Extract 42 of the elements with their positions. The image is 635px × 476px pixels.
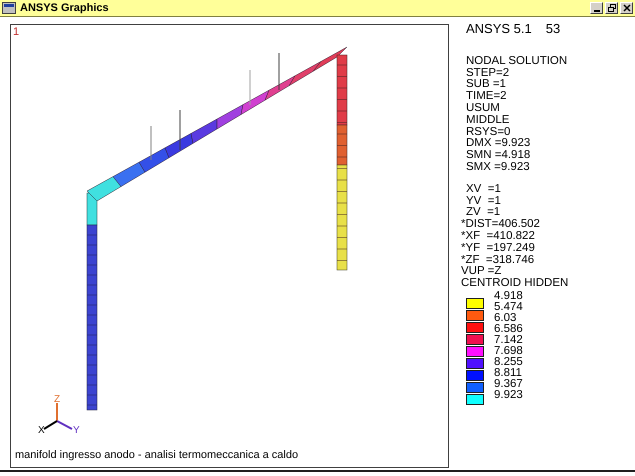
legend-value: 6.03 <box>494 312 518 324</box>
legend-value: 7.698 <box>494 346 523 357</box>
solution-info-line: TIME=2 <box>466 91 508 103</box>
view-info-line: YV =1 <box>466 196 502 207</box>
legend-value: 5.474 <box>494 302 523 313</box>
axis-triad-drawing: X Y Z <box>38 394 80 436</box>
minimize-button[interactable] <box>590 2 603 14</box>
legend-value: 4.918 <box>494 290 523 302</box>
solution-info-line: NODAL SOLUTION <box>466 56 568 68</box>
solution-info-line: DMX =9.923 <box>466 138 532 150</box>
window-number: 1 <box>13 26 20 38</box>
plot-number: 53 <box>546 23 560 35</box>
legend-value: 9.367 <box>494 378 523 390</box>
solution-info-line: SMX =9.923 <box>466 162 531 174</box>
view-info-line: ZV =1 <box>466 207 502 219</box>
close-icon <box>622 3 632 13</box>
solution-info-line: USUM <box>466 102 501 115</box>
view-info-line: *YF =197.249 <box>461 242 536 255</box>
solution-info-line: SUB =1 <box>466 79 507 91</box>
restore-button[interactable] <box>605 2 618 14</box>
restore-icon <box>606 3 616 13</box>
legend-value: 7.142 <box>494 334 523 346</box>
legend-value: 6.586 <box>494 324 523 335</box>
solution-info-line: SMN =4.918 <box>466 150 532 162</box>
close-button[interactable] <box>620 2 633 14</box>
view-info-line: XV =1 <box>466 184 502 196</box>
view-info-line: CENTROID HIDDEN <box>461 278 568 290</box>
solution-info-line: STEP=2 <box>466 68 510 79</box>
view-info-line: VUP =Z <box>461 266 502 278</box>
legend-value: 9.923 <box>494 390 523 401</box>
solution-info-line: RSYS=0 <box>466 126 512 138</box>
plot-caption: manifold ingresso anodo - analisi termomeccanica a caldo <box>14 448 300 461</box>
program-version: ANSYS 5.1 <box>466 23 532 35</box>
app-icon <box>2 2 16 14</box>
view-info-line: *DIST=406.502 <box>461 219 541 231</box>
view-info-line: *ZF =318.746 <box>461 254 536 266</box>
solution-info-line: MIDDLE <box>466 114 510 127</box>
view-info-line: *XF =410.822 <box>461 230 536 243</box>
legend-value: 8.811 <box>494 368 523 379</box>
legend-value: 8.255 <box>494 356 523 368</box>
window-title: ANSYS Graphics <box>20 2 109 14</box>
minimize-icon <box>594 10 600 12</box>
